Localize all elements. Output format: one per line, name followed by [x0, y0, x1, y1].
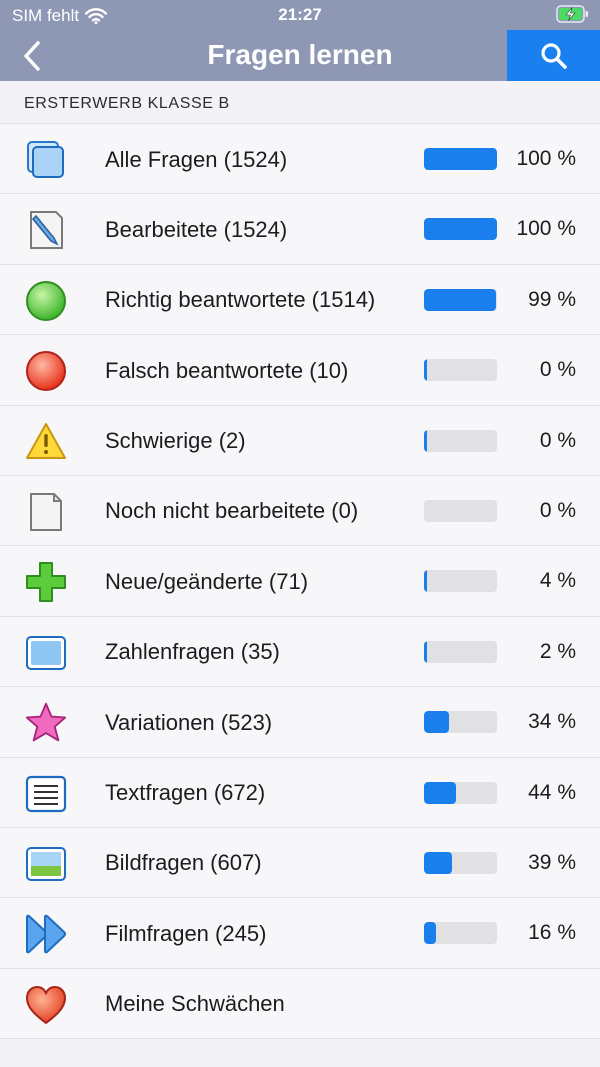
carrier-label: SIM fehlt	[12, 6, 80, 25]
text-lines-icon	[24, 772, 68, 816]
section-title: ERSTERWERB KLASSE B	[24, 95, 230, 112]
progress-fill	[424, 851, 453, 874]
item-label: Neue/geänderte (71)	[105, 568, 309, 594]
progress-bar	[424, 218, 497, 241]
list-item-meine-schwaechen[interactable]: Meine Schwächen	[0, 968, 600, 1040]
item-label: Bildfragen (607)	[105, 850, 262, 876]
progress-percent: 44 %	[528, 780, 576, 804]
warning-icon	[24, 420, 68, 464]
red-circle-icon	[24, 349, 68, 393]
list-item-filmfragen[interactable]: Filmfragen (245) 16 %	[0, 898, 600, 969]
progress-percent: 100 %	[516, 147, 576, 170]
carrier-status: SIM fehlt	[12, 6, 108, 26]
progress-percent: 0 %	[539, 498, 576, 522]
item-label: Bearbeitete (1524)	[105, 216, 288, 242]
progress-bar	[424, 429, 497, 452]
progress-fill	[424, 500, 427, 522]
list-item-variationen[interactable]: Variationen (523) 34 %	[0, 687, 600, 758]
progress-bar	[424, 359, 497, 382]
number-box-icon	[24, 631, 68, 675]
item-label: Falsch beantwortete (10)	[105, 357, 349, 383]
list-item-bearbeitete[interactable]: Bearbeitete (1524) 100 %	[0, 194, 600, 265]
progress-percent: 99 %	[528, 287, 576, 311]
progress-bar	[424, 499, 497, 522]
list-item-richtig[interactable]: Richtig beantwortete (1514) 99 %	[0, 264, 600, 336]
section-header: ERSTERWERB KLASSE B	[0, 81, 600, 124]
edited-document-icon	[24, 208, 68, 252]
progress-fill	[424, 429, 427, 452]
progress-bar	[424, 711, 497, 734]
list-item-alle-fragen[interactable]: Alle Fragen (1524) 100 %	[0, 124, 600, 195]
progress-bar	[424, 922, 497, 945]
item-label: Textfragen (672)	[105, 780, 266, 806]
item-label: Noch nicht bearbeitete (0)	[105, 498, 359, 524]
progress-percent: 4 %	[539, 569, 576, 593]
progress-bar	[424, 570, 497, 593]
progress-percent: 16 %	[528, 921, 576, 945]
green-circle-icon	[24, 279, 68, 323]
progress-fill	[424, 781, 457, 804]
progress-percent: 34 %	[528, 710, 576, 734]
progress-percent: 0 %	[539, 428, 576, 452]
green-plus-icon	[24, 560, 68, 604]
progress-percent: 2 %	[539, 639, 576, 663]
list-item-zahlenfragen[interactable]: Zahlenfragen (35) 2 %	[0, 616, 600, 688]
blank-document-icon	[24, 490, 68, 534]
picture-icon	[24, 842, 68, 886]
item-label: Variationen (523)	[105, 709, 273, 735]
battery-charging-icon	[556, 5, 588, 23]
search-icon	[540, 42, 567, 69]
item-label: Zahlenfragen (35)	[105, 639, 280, 665]
wifi-icon	[85, 8, 108, 24]
search-button[interactable]	[507, 30, 600, 81]
item-label: Richtig beantwortete (1514)	[105, 287, 376, 313]
progress-bar	[424, 148, 497, 170]
progress-bar	[424, 640, 497, 663]
progress-bar	[424, 781, 497, 804]
progress-fill	[424, 288, 497, 311]
progress-percent: 100 %	[516, 217, 576, 241]
progress-fill	[424, 570, 427, 593]
list-item-noch-nicht-bearbeitete[interactable]: Noch nicht bearbeitete (0) 0 %	[0, 475, 600, 547]
list-item-textfragen[interactable]: Textfragen (672) 44 %	[0, 757, 600, 828]
item-label: Filmfragen (245)	[105, 920, 267, 946]
progress-percent: 39 %	[528, 850, 576, 874]
list-item-bildfragen[interactable]: Bildfragen (607) 39 %	[0, 827, 600, 899]
stack-icon	[24, 138, 68, 182]
progress-fill	[424, 711, 449, 734]
progress-fill	[424, 640, 427, 663]
progress-fill	[424, 359, 427, 382]
progress-fill	[424, 148, 497, 170]
progress-bar	[424, 288, 497, 311]
progress-percent: 0 %	[539, 358, 576, 382]
back-button[interactable]	[12, 38, 52, 74]
question-category-list: Alle Fragen (1524) 100 % Bearbeitete (15…	[0, 124, 600, 1040]
list-item-schwierige[interactable]: Schwierige (2) 0 %	[0, 405, 600, 476]
item-label: Meine Schwächen	[105, 991, 285, 1017]
progress-fill	[424, 218, 497, 241]
heart-icon	[24, 983, 68, 1027]
status-bar: SIM fehlt 21:27	[0, 0, 600, 30]
chevron-left-icon	[24, 41, 40, 71]
item-label: Schwierige (2)	[105, 428, 246, 454]
navigation-bar: Fragen lernen	[0, 30, 600, 81]
item-label: Alle Fragen (1524)	[105, 146, 288, 172]
progress-bar	[424, 851, 497, 874]
pink-star-icon	[24, 701, 68, 745]
progress-fill	[424, 922, 436, 945]
list-item-neue-geaenderte[interactable]: Neue/geänderte (71) 4 %	[0, 546, 600, 617]
fast-forward-icon	[24, 912, 68, 956]
list-item-falsch[interactable]: Falsch beantwortete (10) 0 %	[0, 335, 600, 406]
